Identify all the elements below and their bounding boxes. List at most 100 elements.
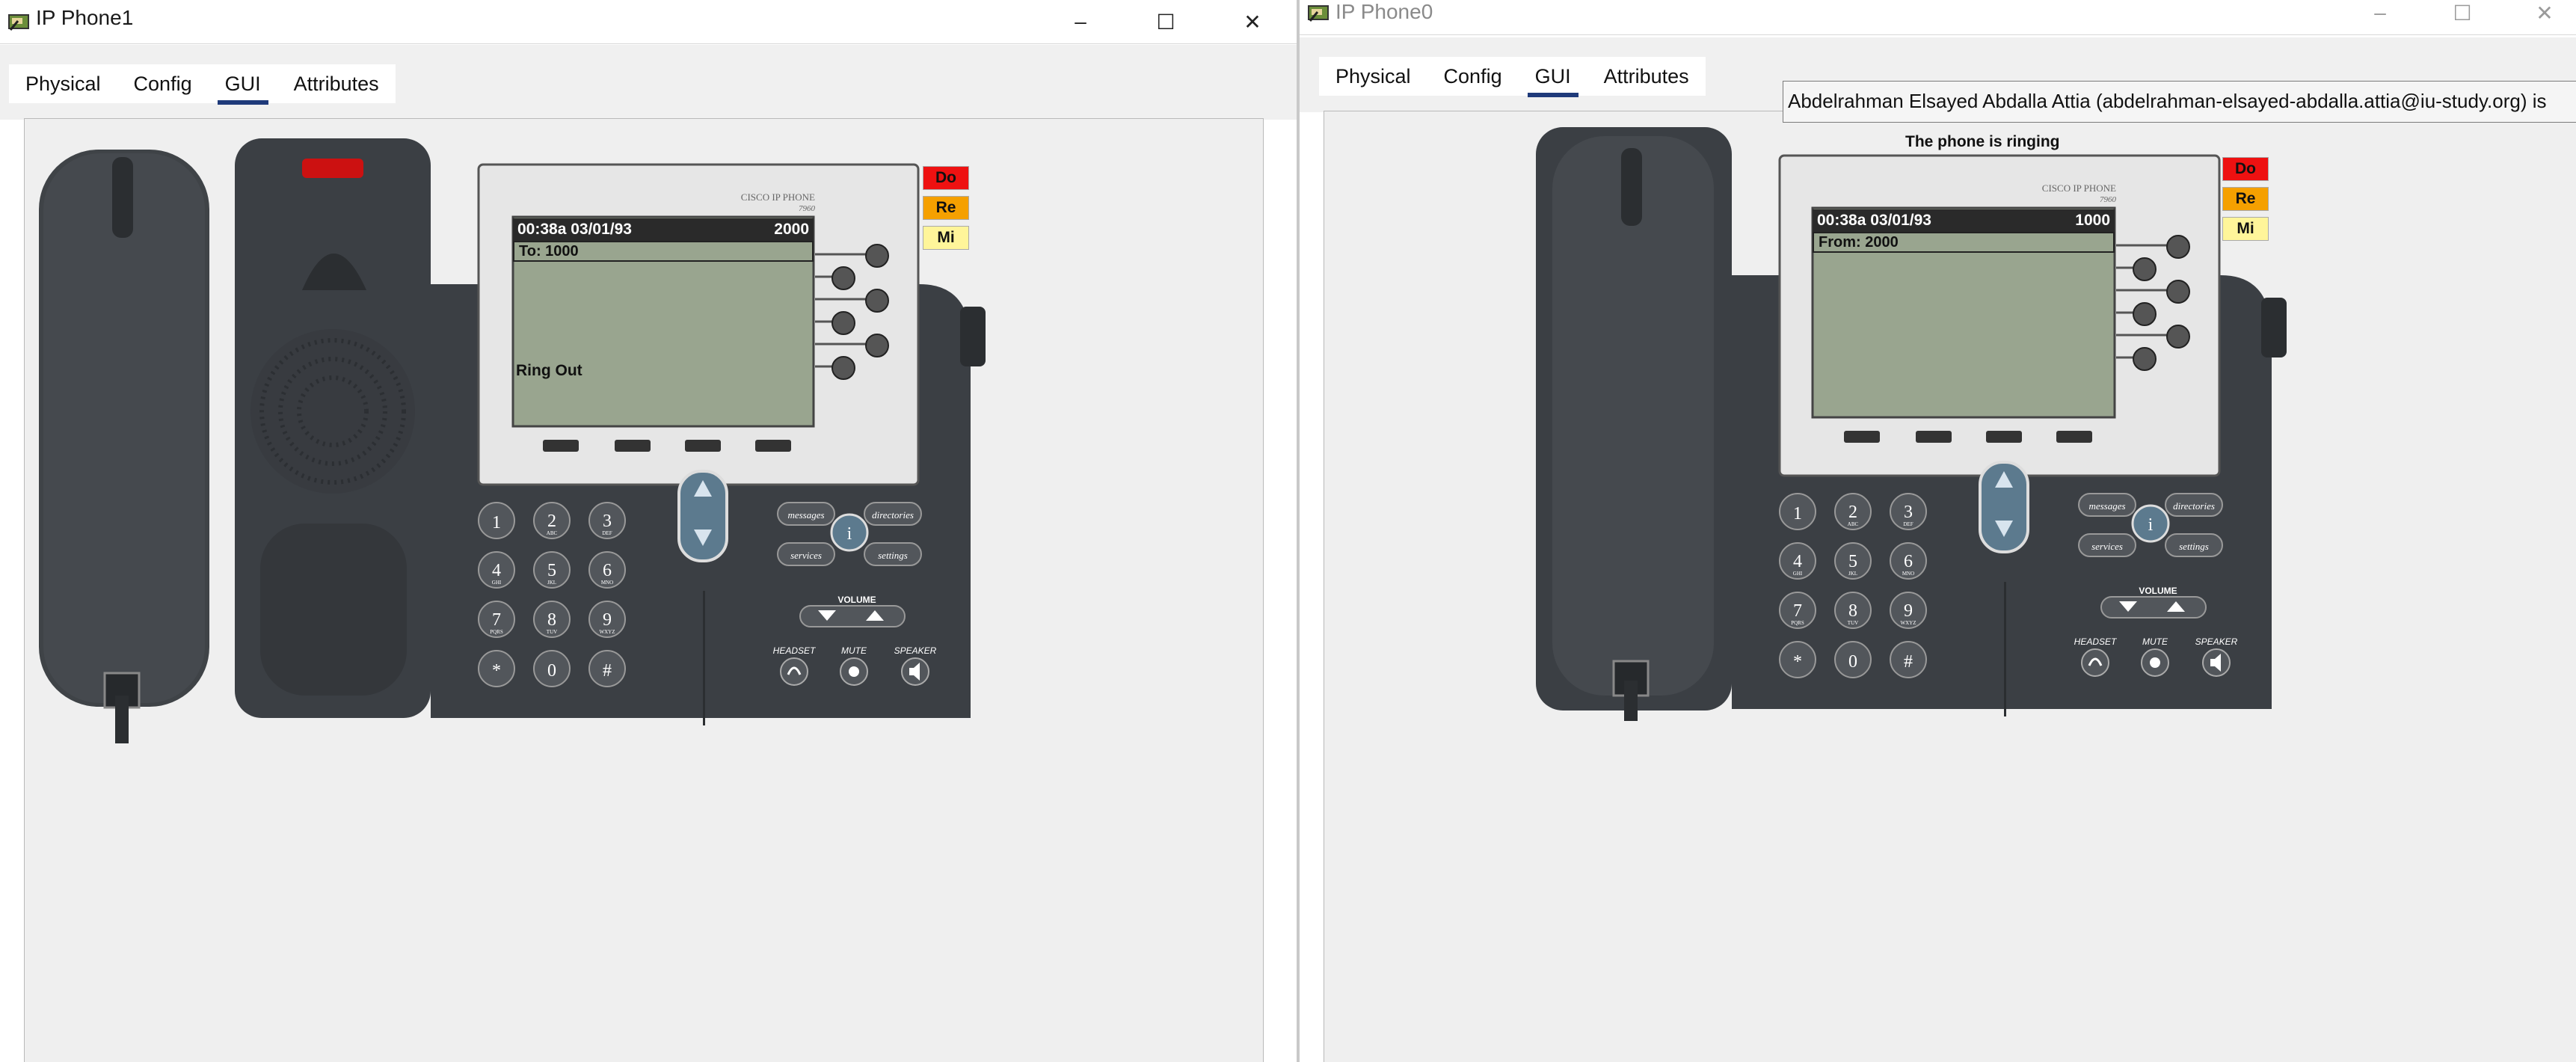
key-3[interactable]: 3DEF [1890, 493, 1927, 530]
svg-text:*: * [1793, 652, 1802, 672]
headset-button[interactable] [2081, 648, 2109, 677]
svg-text:6: 6 [603, 561, 612, 580]
svg-text:9: 9 [603, 610, 612, 630]
mute-icon [2150, 657, 2160, 668]
speaker-button[interactable] [2202, 648, 2231, 677]
svg-text:TUV: TUV [547, 629, 557, 635]
key-2[interactable]: 2ABC [533, 502, 571, 539]
key-6[interactable]: 6MNO [588, 551, 626, 589]
volume-rocker[interactable] [799, 605, 906, 627]
key-0[interactable]: 0 [1834, 641, 1872, 678]
headset-label: HEADSET [773, 645, 817, 656]
mi-button[interactable]: Mi [2222, 217, 2269, 241]
soft-key-1[interactable] [1844, 431, 1880, 443]
lcd-status: Ring Out [516, 362, 582, 379]
messages-button[interactable]: messages [777, 502, 835, 526]
svg-text:8: 8 [1848, 601, 1857, 621]
key-8[interactable]: 8TUV [1834, 592, 1872, 629]
soft-key-2[interactable] [615, 440, 651, 452]
do-button[interactable]: Do [2222, 157, 2269, 181]
key-2[interactable]: 2ABC [1834, 493, 1872, 530]
key-3[interactable]: 3DEF [588, 502, 626, 539]
key-5[interactable]: 5JKL [1834, 542, 1872, 580]
do-button[interactable]: Do [923, 166, 969, 190]
ip-phone0-window: IP Phone0 – ☐ ✕ Physical Config GUI Attr… [1300, 0, 2576, 1062]
speaker-label: SPEAKER [2195, 636, 2238, 647]
svg-text:2: 2 [547, 512, 556, 531]
volume-label: VOLUME [2139, 586, 2177, 596]
key-star[interactable]: * [1779, 641, 1816, 678]
re-button[interactable]: Re [923, 196, 969, 220]
key-9[interactable]: 9WXYZ [588, 601, 626, 638]
key-7[interactable]: 7PQRS [478, 601, 515, 638]
mute-button[interactable] [2141, 648, 2169, 677]
brand-label: CISCO IP PHONE [2042, 182, 2116, 194]
key-7[interactable]: 7PQRS [1779, 592, 1816, 629]
soft-key-1[interactable] [543, 440, 579, 452]
svg-text:#: # [603, 661, 612, 681]
model-label: 7960 [799, 204, 816, 213]
svg-text:0: 0 [1848, 652, 1857, 672]
svg-text:#: # [1904, 652, 1913, 672]
svg-text:i: i [847, 524, 852, 544]
svg-text:5: 5 [547, 561, 556, 580]
key-1[interactable]: 1 [1779, 493, 1816, 530]
svg-text:services: services [2091, 541, 2123, 552]
key-6[interactable]: 6MNO [1890, 542, 1927, 580]
navigation-rocker[interactable] [677, 470, 728, 562]
services-button[interactable]: services [777, 542, 835, 566]
speaker-label: SPEAKER [894, 645, 937, 656]
directories-button[interactable]: directories [2165, 493, 2223, 517]
soft-key-2[interactable] [1916, 431, 1952, 443]
headset-button[interactable] [780, 657, 808, 686]
key-hash[interactable]: # [1890, 641, 1927, 678]
soft-key-3[interactable] [685, 440, 721, 452]
navigation-rocker[interactable] [1979, 461, 2029, 553]
key-hash[interactable]: # [588, 650, 626, 687]
messages-button[interactable]: messages [2078, 493, 2136, 517]
lcd-header: 00:38a 03/01/93 1000 [1813, 209, 2115, 232]
svg-text:ABC: ABC [547, 530, 558, 536]
svg-text:settings: settings [878, 550, 908, 561]
key-0[interactable]: 0 [533, 650, 571, 687]
svg-text:JKL: JKL [547, 580, 556, 586]
settings-button[interactable]: settings [2165, 533, 2223, 557]
info-button[interactable]: i [2131, 504, 2170, 543]
svg-text:7: 7 [1793, 601, 1802, 621]
svg-text:WXYZ: WXYZ [1901, 620, 1916, 626]
key-4[interactable]: 4GHI [1779, 542, 1816, 580]
key-1[interactable]: 1 [478, 502, 515, 539]
info-button[interactable]: i [830, 513, 869, 552]
svg-text:JKL: JKL [1848, 571, 1857, 577]
settings-button[interactable]: settings [864, 542, 922, 566]
mi-button[interactable]: Mi [923, 226, 969, 250]
model-label: 7960 [2100, 195, 2117, 204]
svg-text:0: 0 [547, 661, 556, 681]
key-8[interactable]: 8TUV [533, 601, 571, 638]
svg-text:settings: settings [2179, 541, 2209, 552]
key-9[interactable]: 9WXYZ [1890, 592, 1927, 629]
tooltip: Abdelrahman Elsayed Abdalla Attia (abdel… [1783, 81, 2576, 123]
re-button[interactable]: Re [2222, 187, 2269, 211]
directories-button[interactable]: directories [864, 502, 922, 526]
svg-text:WXYZ: WXYZ [600, 629, 615, 635]
svg-text:*: * [492, 661, 501, 681]
lcd-call-line: From: 2000 [1813, 232, 2115, 253]
soft-key-4[interactable] [755, 440, 791, 452]
handset[interactable] [39, 150, 209, 743]
key-star[interactable]: * [478, 650, 515, 687]
svg-text:GHI: GHI [492, 580, 502, 586]
soft-key-4[interactable] [2056, 431, 2092, 443]
svg-text:3: 3 [603, 512, 612, 531]
speaker-button[interactable] [901, 657, 929, 686]
key-4[interactable]: 4GHI [478, 551, 515, 589]
services-button[interactable]: services [2078, 533, 2136, 557]
soft-key-3[interactable] [1986, 431, 2022, 443]
lcd-time: 00:38a 03/01/93 [1817, 212, 1931, 229]
volume-rocker[interactable] [2100, 596, 2207, 619]
svg-text:PQRS: PQRS [1791, 620, 1804, 626]
mute-button[interactable] [840, 657, 868, 686]
key-5[interactable]: 5JKL [533, 551, 571, 589]
cradle-with-handset[interactable] [1536, 127, 1732, 721]
svg-text:DEF: DEF [1903, 521, 1913, 527]
